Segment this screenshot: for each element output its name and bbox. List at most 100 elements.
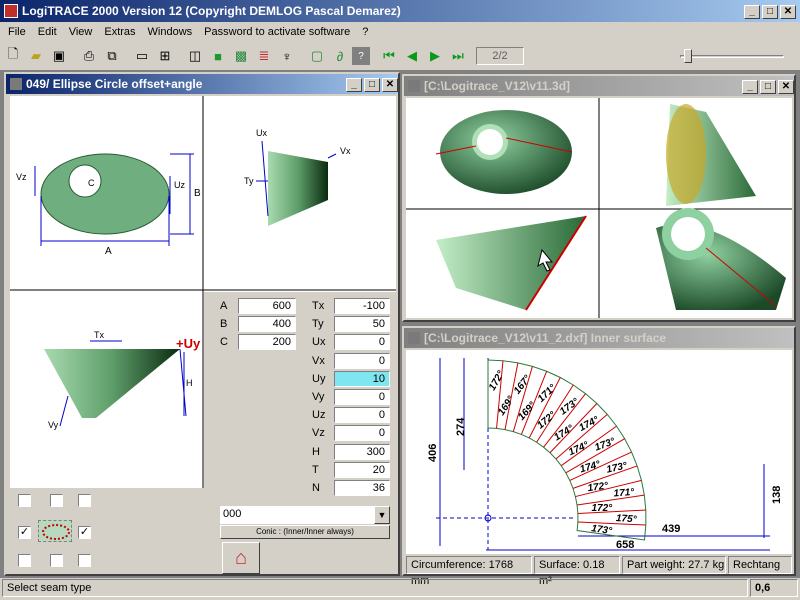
param-a-label: A: [220, 300, 228, 312]
seam-angle-label: 172°: [487, 368, 507, 392]
layers-icon[interactable]: ≣: [253, 45, 275, 67]
menu-edit[interactable]: Edit: [32, 26, 63, 38]
maximize-button[interactable]: □: [762, 5, 778, 19]
copy-icon[interactable]: ⧉: [101, 45, 123, 67]
window-single-icon[interactable]: ▭: [131, 45, 153, 67]
cube-wire-icon[interactable]: ◫: [184, 45, 206, 67]
first-page-icon[interactable]: ⏮: [378, 45, 400, 67]
circumference-status: Circumference: 1768 mm: [406, 556, 532, 587]
menu-windows[interactable]: Windows: [142, 26, 199, 38]
seam-angle-label: 172°: [587, 480, 610, 494]
app-titlebar: LogiTRACE 2000 Version 12 (Copyright DEM…: [0, 0, 800, 22]
next-page-icon[interactable]: ▶: [424, 45, 446, 67]
dim-274-label: 274: [455, 417, 467, 436]
zoom-slider[interactable]: [680, 47, 784, 65]
menu-extras[interactable]: Extras: [98, 26, 141, 38]
minimize-button[interactable]: _: [742, 80, 758, 94]
seam-shape-preview[interactable]: [38, 520, 72, 542]
maximize-button[interactable]: □: [760, 80, 776, 94]
weight-status: Part weight: 27.7 kg: [622, 556, 726, 574]
seam-angle-label: 171°: [613, 487, 635, 499]
param-uz-field[interactable]: 0: [334, 407, 390, 424]
frame-icon[interactable]: ▢: [306, 45, 328, 67]
close-button[interactable]: ✕: [778, 80, 794, 94]
material-combo[interactable]: 000 ▼: [220, 506, 390, 524]
seam-checkbox-br[interactable]: [78, 554, 91, 567]
cube-solid-icon[interactable]: ▩: [230, 45, 252, 67]
minimize-button[interactable]: _: [346, 78, 362, 92]
menubar: File Edit View Extras Windows Password t…: [2, 22, 798, 42]
param-tx-field[interactable]: -100: [334, 298, 390, 314]
dim-vz-label: Vz: [16, 172, 27, 182]
window-split-icon[interactable]: ⊞: [154, 45, 176, 67]
surface-status: Surface: 0.18 m²: [534, 556, 620, 587]
param-h-field[interactable]: 300: [334, 443, 390, 460]
dxf-window-title: [C:\Logitrace_V12\v11_2.dxf] Inner surfa…: [424, 331, 667, 345]
last-page-icon[interactable]: ⏭: [447, 45, 469, 67]
param-vy-field[interactable]: 0: [334, 389, 390, 405]
param-row-n: N 36: [312, 480, 396, 497]
param-h-label: H: [312, 445, 320, 458]
dim-a-label: A: [105, 246, 112, 257]
param-row-uy: Uy 10: [312, 370, 396, 388]
menu-view[interactable]: View: [63, 26, 99, 38]
menu-password[interactable]: Password to activate software: [198, 26, 356, 38]
dxf-area: 406 274 138 439 658 172° 169° 167° 169° 171°…: [406, 350, 792, 554]
param-vx-label: Vx: [312, 354, 325, 367]
tree-icon[interactable]: ♆: [276, 45, 298, 67]
ellipse-shape: [40, 153, 170, 235]
param-n-field[interactable]: 36: [334, 480, 390, 496]
param-c-field[interactable]: 200: [238, 334, 296, 350]
info-icon[interactable]: ?: [352, 47, 370, 65]
seam-checkbox-tm[interactable]: [50, 494, 63, 507]
close-button[interactable]: ✕: [382, 78, 398, 92]
chevron-down-icon[interactable]: ▼: [374, 506, 390, 524]
param-row-ux: Ux 0: [312, 334, 396, 351]
param-ty-field[interactable]: 50: [334, 316, 390, 333]
seam-tool-icon[interactable]: ⌂: [222, 542, 260, 574]
view3d-area: [406, 98, 792, 318]
seam-checkbox-bl[interactable]: [18, 554, 31, 567]
param-a-field[interactable]: 600: [238, 298, 296, 314]
new-file-icon[interactable]: 🗋: [2, 45, 24, 67]
seam-angle-label: 172°: [591, 503, 613, 514]
seam-checkbox-tl[interactable]: [18, 494, 31, 507]
param-vx-field[interactable]: 0: [334, 352, 390, 369]
dim-c-label: C: [88, 178, 95, 188]
dxf-statusbar: Circumference: 1768 mm Surface: 0.18 m² …: [406, 556, 792, 587]
curve-icon[interactable]: ∂: [329, 45, 351, 67]
app-icon: [4, 4, 18, 18]
seam-checkbox-tr[interactable]: [78, 494, 91, 507]
param-b-field[interactable]: 400: [238, 316, 296, 332]
parameters-window-titlebar: 049/ Ellipse Circle offset+angle _ □ ✕: [6, 74, 398, 94]
minimize-button[interactable]: _: [744, 5, 760, 19]
view3d-bottom-left-shape: [436, 216, 586, 310]
dim-tx-label: Tx: [94, 330, 104, 340]
open-folder-icon[interactable]: ▰: [25, 45, 47, 67]
dim-h-label: H: [186, 378, 193, 388]
param-vz-field[interactable]: 0: [334, 425, 390, 442]
dxf-svg: 406 274 138 439 658 172°169°167°169°171°…: [427, 358, 783, 551]
param-uy-field[interactable]: 10: [334, 370, 390, 387]
conic-button[interactable]: Conic : (Inner/Inner always): [220, 525, 390, 539]
menu-help[interactable]: ?: [356, 26, 374, 38]
statusbar: Select seam type 0,6: [2, 579, 798, 598]
close-button[interactable]: ✕: [780, 5, 796, 19]
menu-file[interactable]: File: [2, 26, 32, 38]
param-ux-field[interactable]: 0: [334, 334, 390, 351]
cube-green-icon[interactable]: ■: [207, 45, 229, 67]
param-vz-label: Vz: [312, 427, 325, 440]
seam-checkbox-ml[interactable]: ✓: [18, 526, 31, 539]
dim-b-label: B: [194, 188, 201, 199]
maximize-button[interactable]: □: [364, 78, 380, 92]
print-icon[interactable]: ⎙: [78, 45, 100, 67]
seam-checkbox-bm[interactable]: [50, 554, 63, 567]
prev-page-icon[interactable]: ◀: [401, 45, 423, 67]
seam-checkbox-mr[interactable]: ✓: [78, 526, 91, 539]
param-uz-label: Uz: [312, 409, 326, 422]
param-t-field[interactable]: 20: [334, 461, 390, 478]
view3d-window-title: [C:\Logitrace_V12\v11.3d]: [424, 79, 571, 93]
save-icon[interactable]: ▣: [48, 45, 70, 67]
material-combo-value: 000: [223, 508, 242, 520]
param-row-h: H 300: [312, 443, 396, 461]
